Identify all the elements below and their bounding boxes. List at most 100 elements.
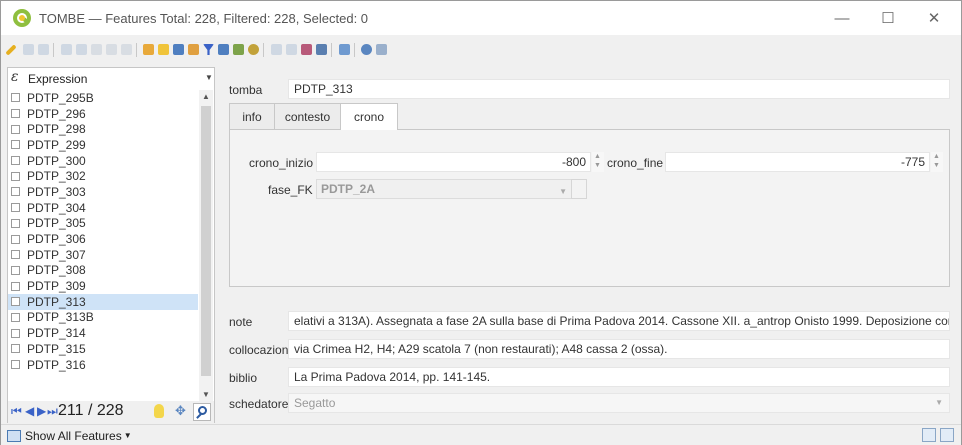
list-item[interactable]: PDTP_305 xyxy=(8,216,198,232)
open-form-button[interactable] xyxy=(571,179,587,199)
checkbox[interactable] xyxy=(11,93,20,103)
toggle-edit-icon[interactable] xyxy=(5,44,17,56)
note-field[interactable]: elativi a 313A). Assegnata a fase 2A sul… xyxy=(288,311,950,331)
list-item[interactable]: PDTP_299 xyxy=(8,137,198,153)
highlight-bulb-icon[interactable] xyxy=(154,404,164,418)
tab-crono[interactable]: crono xyxy=(340,103,398,130)
paste-icon[interactable] xyxy=(121,44,132,55)
reload-icon[interactable] xyxy=(38,44,49,55)
scrollbar-thumb[interactable] xyxy=(201,106,211,376)
crono-inizio-spinner[interactable]: ▲ ▼ xyxy=(592,152,604,172)
next-feature-icon[interactable]: ▶ xyxy=(37,404,46,418)
pan-to-selection-icon[interactable] xyxy=(233,44,244,55)
scroll-down-icon[interactable]: ▼ xyxy=(202,390,210,399)
list-scrollbar[interactable]: ▲ ▼ xyxy=(199,90,213,403)
schedatore-combo[interactable]: Segatto ▼ xyxy=(288,393,950,413)
checkbox[interactable] xyxy=(11,187,20,197)
checkbox[interactable] xyxy=(11,297,20,307)
biblio-field[interactable]: La Prima Padova 2014, pp. 141-145. xyxy=(288,367,950,387)
previous-feature-icon[interactable]: ◀ xyxy=(25,404,34,418)
checkbox[interactable] xyxy=(11,344,20,354)
first-feature-icon[interactable]: ⏮ xyxy=(11,404,22,419)
checkbox[interactable] xyxy=(11,328,20,338)
zoom-to-selection-icon[interactable] xyxy=(248,44,259,55)
list-item[interactable]: PDTP_309 xyxy=(8,278,198,294)
scroll-up-icon[interactable]: ▲ xyxy=(202,92,210,101)
form-view-icon[interactable] xyxy=(376,44,387,55)
list-item-label: PDTP_300 xyxy=(27,153,86,168)
crono-inizio-field[interactable]: -800 xyxy=(316,152,591,172)
spin-down-icon[interactable]: ▼ xyxy=(933,162,940,169)
expression-selector[interactable]: ε Expression ▼ xyxy=(8,68,214,90)
conditional-format-icon[interactable] xyxy=(316,44,327,55)
copy-icon[interactable] xyxy=(106,44,117,55)
note-label: note xyxy=(229,315,253,329)
checkbox[interactable] xyxy=(11,281,20,291)
dock-icon[interactable] xyxy=(339,44,350,55)
checkbox[interactable] xyxy=(11,203,20,213)
crono-fine-field[interactable]: -775 xyxy=(665,152,930,172)
spin-down-icon[interactable]: ▼ xyxy=(594,162,601,169)
cut-icon[interactable] xyxy=(91,44,102,55)
list-item[interactable]: PDTP_295B xyxy=(8,90,198,106)
list-item[interactable]: PDTP_313 xyxy=(8,293,198,310)
delete-feature-icon[interactable] xyxy=(76,44,87,55)
list-item[interactable]: PDTP_314 xyxy=(8,325,198,341)
expression-label: Expression xyxy=(28,72,88,86)
fase-fk-combo[interactable]: PDTP_2A ▼ xyxy=(316,179,574,199)
list-item-label: PDTP_308 xyxy=(27,263,86,278)
checkbox[interactable] xyxy=(11,140,20,150)
checkbox[interactable] xyxy=(11,171,20,181)
collocazione-field[interactable]: via Crimea H2, H4; A29 scatola 7 (non re… xyxy=(288,339,950,359)
checkbox[interactable] xyxy=(11,250,20,260)
crono-fine-spinner[interactable]: ▲ ▼ xyxy=(931,152,943,172)
list-item-label: PDTP_315 xyxy=(27,341,86,356)
form-view-toggle-icon[interactable] xyxy=(922,428,936,442)
tomba-field[interactable]: PDTP_313 xyxy=(288,79,950,99)
list-item[interactable]: PDTP_313B xyxy=(8,310,198,326)
select-all-icon[interactable] xyxy=(158,44,169,55)
spin-up-icon[interactable]: ▲ xyxy=(933,153,940,160)
actions-icon[interactable] xyxy=(361,44,372,55)
spin-up-icon[interactable]: ▲ xyxy=(594,153,601,160)
list-item[interactable]: PDTP_298 xyxy=(8,121,198,137)
checkbox[interactable] xyxy=(11,156,20,166)
checkbox[interactable] xyxy=(11,360,20,370)
table-view-toggle-icon[interactable] xyxy=(940,428,954,442)
select-expression-icon[interactable] xyxy=(143,44,154,55)
delete-field-icon[interactable] xyxy=(286,44,297,55)
list-item[interactable]: PDTP_315 xyxy=(8,341,198,357)
field-calculator-icon[interactable] xyxy=(301,44,312,55)
checkbox[interactable] xyxy=(11,312,20,322)
zoom-to-feature-button[interactable] xyxy=(193,403,211,421)
list-item[interactable]: PDTP_296 xyxy=(8,106,198,122)
list-item[interactable]: PDTP_300 xyxy=(8,153,198,169)
filter-icon[interactable] xyxy=(203,44,214,55)
checkbox[interactable] xyxy=(11,265,20,275)
add-feature-icon[interactable] xyxy=(61,44,72,55)
show-all-features-button[interactable]: Show All Features ▼ xyxy=(7,427,132,444)
checkbox[interactable] xyxy=(11,109,20,119)
list-item[interactable]: PDTP_302 xyxy=(8,168,198,184)
list-item[interactable]: PDTP_316 xyxy=(8,357,198,373)
checkbox[interactable] xyxy=(11,218,20,228)
save-edits-icon[interactable] xyxy=(23,44,34,55)
tab-contesto[interactable]: contesto xyxy=(274,103,341,129)
list-item[interactable]: PDTP_308 xyxy=(8,263,198,279)
invert-selection-icon[interactable] xyxy=(173,44,184,55)
maximize-button[interactable]: ☐ xyxy=(865,1,911,35)
deselect-icon[interactable] xyxy=(188,44,199,55)
checkbox[interactable] xyxy=(11,124,20,134)
pan-icon[interactable]: ✥ xyxy=(175,403,186,419)
close-button[interactable]: ✕ xyxy=(911,1,957,35)
new-field-icon[interactable] xyxy=(271,44,282,55)
last-feature-icon[interactable]: ⏭ xyxy=(47,404,58,419)
tab-info[interactable]: info xyxy=(229,103,275,129)
list-item[interactable]: PDTP_303 xyxy=(8,184,198,200)
checkbox[interactable] xyxy=(11,234,20,244)
list-item[interactable]: PDTP_304 xyxy=(8,200,198,216)
move-selection-top-icon[interactable] xyxy=(218,44,229,55)
minimize-button[interactable]: — xyxy=(819,1,865,35)
list-item[interactable]: PDTP_307 xyxy=(8,247,198,263)
list-item[interactable]: PDTP_306 xyxy=(8,231,198,247)
